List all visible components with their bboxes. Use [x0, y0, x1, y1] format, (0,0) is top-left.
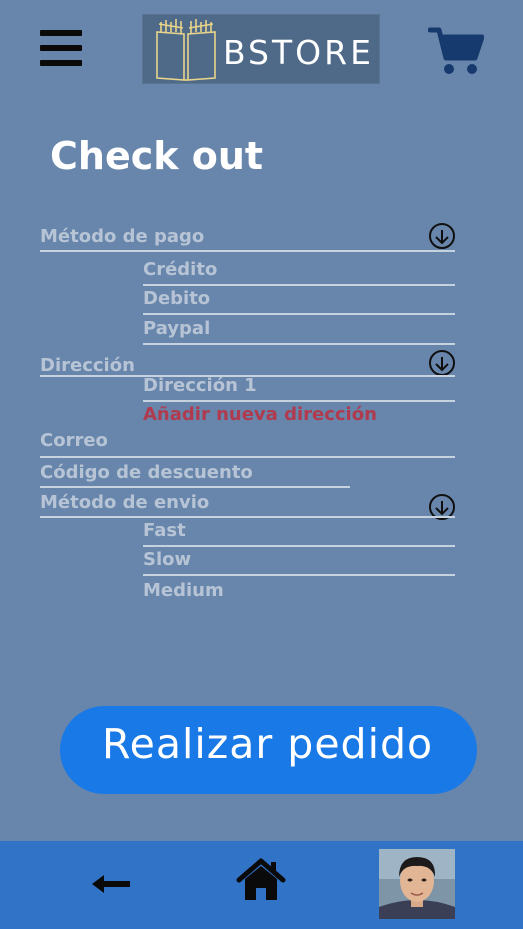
add-new-address-link[interactable]: Añadir nueva dirección: [143, 404, 377, 425]
shipping-option-medium[interactable]: Medium: [143, 580, 224, 601]
divider: [40, 516, 455, 518]
divider: [143, 284, 455, 286]
discount-code-field[interactable]: Código de descuento: [40, 462, 253, 483]
shipping-option-slow[interactable]: Slow: [143, 549, 191, 570]
payment-option-debito[interactable]: Debito: [143, 288, 210, 309]
divider: [40, 456, 455, 458]
place-order-button[interactable]: Realizar pedido: [60, 706, 477, 794]
divider: [143, 313, 455, 315]
divider: [143, 545, 455, 547]
hamburger-menu-icon[interactable]: [40, 30, 82, 66]
email-field[interactable]: Correo: [40, 430, 108, 451]
open-book-icon: [156, 19, 216, 81]
shipping-option-fast[interactable]: Fast: [143, 520, 186, 541]
page-title: Check out: [50, 134, 264, 178]
payment-option-credito[interactable]: Crédito: [143, 259, 217, 280]
divider: [143, 343, 455, 345]
back-arrow-icon[interactable]: [90, 872, 132, 896]
payment-method-label[interactable]: Método de pago: [40, 226, 204, 247]
address-expand-arrow-icon[interactable]: [429, 350, 455, 376]
payment-option-paypal[interactable]: Paypal: [143, 318, 210, 339]
divider: [143, 574, 455, 576]
address-option-1[interactable]: Dirección 1: [143, 375, 257, 396]
address-label[interactable]: Dirección: [40, 355, 135, 376]
shipping-method-label[interactable]: Método de envio: [40, 492, 209, 513]
brand-name: BSTORE: [223, 33, 374, 72]
divider: [40, 250, 455, 252]
shopping-cart-icon[interactable]: [428, 26, 484, 76]
payment-expand-arrow-icon[interactable]: [429, 223, 455, 249]
divider: [143, 400, 455, 402]
avatar[interactable]: [379, 849, 455, 919]
home-icon[interactable]: [236, 858, 286, 902]
divider: [40, 486, 350, 488]
place-order-label: Realizar pedido: [102, 720, 434, 768]
logo: BSTORE: [142, 14, 380, 84]
